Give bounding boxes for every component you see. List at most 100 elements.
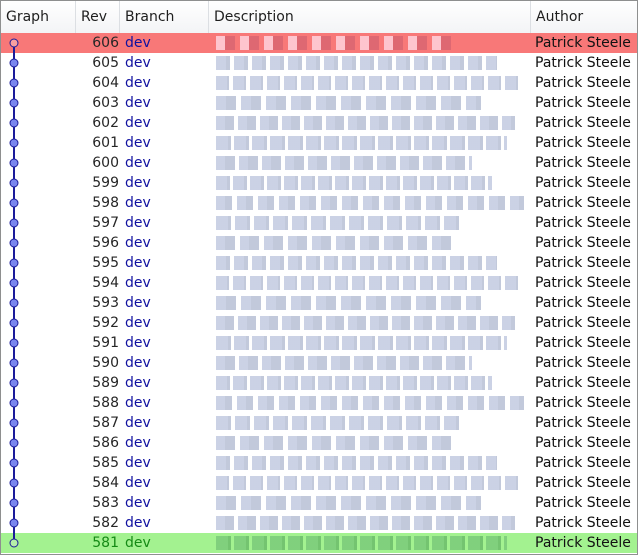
table-row[interactable]: 588 dev Patrick Steele [1, 393, 637, 413]
rev-cell: 605 [92, 55, 119, 71]
table-row[interactable]: 597 dev Patrick Steele [1, 213, 637, 233]
table-row[interactable]: 594 dev Patrick Steele [1, 273, 637, 293]
table-row[interactable]: 581 dev Patrick Steele [1, 533, 637, 553]
column-header-branch[interactable]: Branch [120, 1, 209, 33]
graph-node [9, 478, 19, 488]
rev-cell: 596 [92, 235, 119, 251]
author-cell: Patrick Steele [535, 175, 631, 191]
rev-cell: 587 [92, 415, 119, 431]
column-header-graph[interactable]: Graph [1, 1, 76, 33]
author-cell: Patrick Steele [535, 395, 631, 411]
table-row[interactable]: 583 dev Patrick Steele [1, 493, 637, 513]
graph-node [9, 78, 19, 88]
table-row[interactable]: 585 dev Patrick Steele [1, 453, 637, 473]
column-header-description[interactable]: Description [209, 1, 531, 33]
table-row[interactable]: 595 dev Patrick Steele [1, 253, 637, 273]
branch-cell: dev [125, 435, 151, 451]
rev-cell: 591 [92, 335, 119, 351]
graph-node [9, 278, 19, 288]
table-row[interactable]: 601 dev Patrick Steele [1, 133, 637, 153]
author-cell: Patrick Steele [535, 235, 631, 251]
author-cell: Patrick Steele [535, 495, 631, 511]
rev-cell: 594 [92, 275, 119, 291]
description-redacted [216, 356, 472, 370]
graph-node [9, 198, 19, 208]
description-redacted [216, 456, 497, 470]
graph-node [9, 418, 19, 428]
graph-node [9, 538, 19, 548]
rev-cell: 604 [92, 75, 119, 91]
description-redacted [216, 316, 515, 330]
description-redacted [216, 256, 497, 270]
column-header-rev[interactable]: Rev [76, 1, 120, 33]
table-row[interactable]: 599 dev Patrick Steele [1, 173, 637, 193]
branch-cell: dev [125, 335, 151, 351]
author-cell: Patrick Steele [535, 455, 631, 471]
table-row[interactable]: 582 dev Patrick Steele [1, 513, 637, 533]
branch-cell: dev [125, 35, 151, 51]
author-cell: Patrick Steele [535, 75, 631, 91]
table-row[interactable]: 584 dev Patrick Steele [1, 473, 637, 493]
graph-node [9, 458, 19, 468]
description-redacted [216, 496, 481, 510]
branch-cell: dev [125, 215, 151, 231]
branch-cell: dev [125, 255, 151, 271]
table-row[interactable]: 603 dev Patrick Steele [1, 93, 637, 113]
graph-node [9, 218, 19, 228]
table-row[interactable]: 606 dev Patrick Steele [1, 33, 637, 53]
author-cell: Patrick Steele [535, 355, 631, 371]
table-row[interactable]: 604 dev Patrick Steele [1, 73, 637, 93]
branch-cell: dev [125, 375, 151, 391]
description-redacted [216, 196, 524, 210]
rev-cell: 598 [92, 195, 119, 211]
description-redacted [216, 236, 454, 250]
table-row[interactable]: 590 dev Patrick Steele [1, 353, 637, 373]
rev-cell: 593 [92, 295, 119, 311]
rev-cell: 584 [92, 475, 119, 491]
description-redacted [216, 176, 492, 190]
branch-cell: dev [125, 315, 151, 331]
description-redacted [216, 36, 454, 50]
table-row[interactable]: 602 dev Patrick Steele [1, 113, 637, 133]
table-row[interactable]: 586 dev Patrick Steele [1, 433, 637, 453]
graph-node [9, 498, 19, 508]
author-cell: Patrick Steele [535, 335, 631, 351]
graph-node [9, 338, 19, 348]
author-cell: Patrick Steele [535, 475, 631, 491]
table-row[interactable]: 598 dev Patrick Steele [1, 193, 637, 213]
rev-cell: 588 [92, 395, 119, 411]
table-row[interactable]: 591 dev Patrick Steele [1, 333, 637, 353]
table-row[interactable]: 593 dev Patrick Steele [1, 293, 637, 313]
rev-cell: 586 [92, 435, 119, 451]
branch-cell: dev [125, 515, 151, 531]
graph-node [9, 258, 19, 268]
description-redacted [216, 156, 472, 170]
table-row[interactable]: 592 dev Patrick Steele [1, 313, 637, 333]
table-row[interactable]: 596 dev Patrick Steele [1, 233, 637, 253]
column-header-author[interactable]: Author [531, 1, 637, 33]
author-cell: Patrick Steele [535, 155, 631, 171]
description-redacted [216, 536, 507, 550]
table-row[interactable]: 600 dev Patrick Steele [1, 153, 637, 173]
branch-cell: dev [125, 475, 151, 491]
branch-cell: dev [125, 455, 151, 471]
description-redacted [216, 516, 515, 530]
table-row[interactable]: 605 dev Patrick Steele [1, 53, 637, 73]
graph-node [9, 98, 19, 108]
rev-cell: 600 [92, 155, 119, 171]
author-cell: Patrick Steele [535, 375, 631, 391]
rev-cell: 601 [92, 135, 119, 151]
rev-cell: 595 [92, 255, 119, 271]
author-cell: Patrick Steele [535, 275, 631, 291]
branch-cell: dev [125, 175, 151, 191]
author-cell: Patrick Steele [535, 255, 631, 271]
table-row[interactable]: 587 dev Patrick Steele [1, 413, 637, 433]
author-cell: Patrick Steele [535, 315, 631, 331]
graph-node [9, 138, 19, 148]
branch-cell: dev [125, 55, 151, 71]
rev-cell: 592 [92, 315, 119, 331]
author-cell: Patrick Steele [535, 535, 631, 551]
graph-node [9, 358, 19, 368]
table-row[interactable]: 589 dev Patrick Steele [1, 373, 637, 393]
description-redacted [216, 216, 459, 230]
